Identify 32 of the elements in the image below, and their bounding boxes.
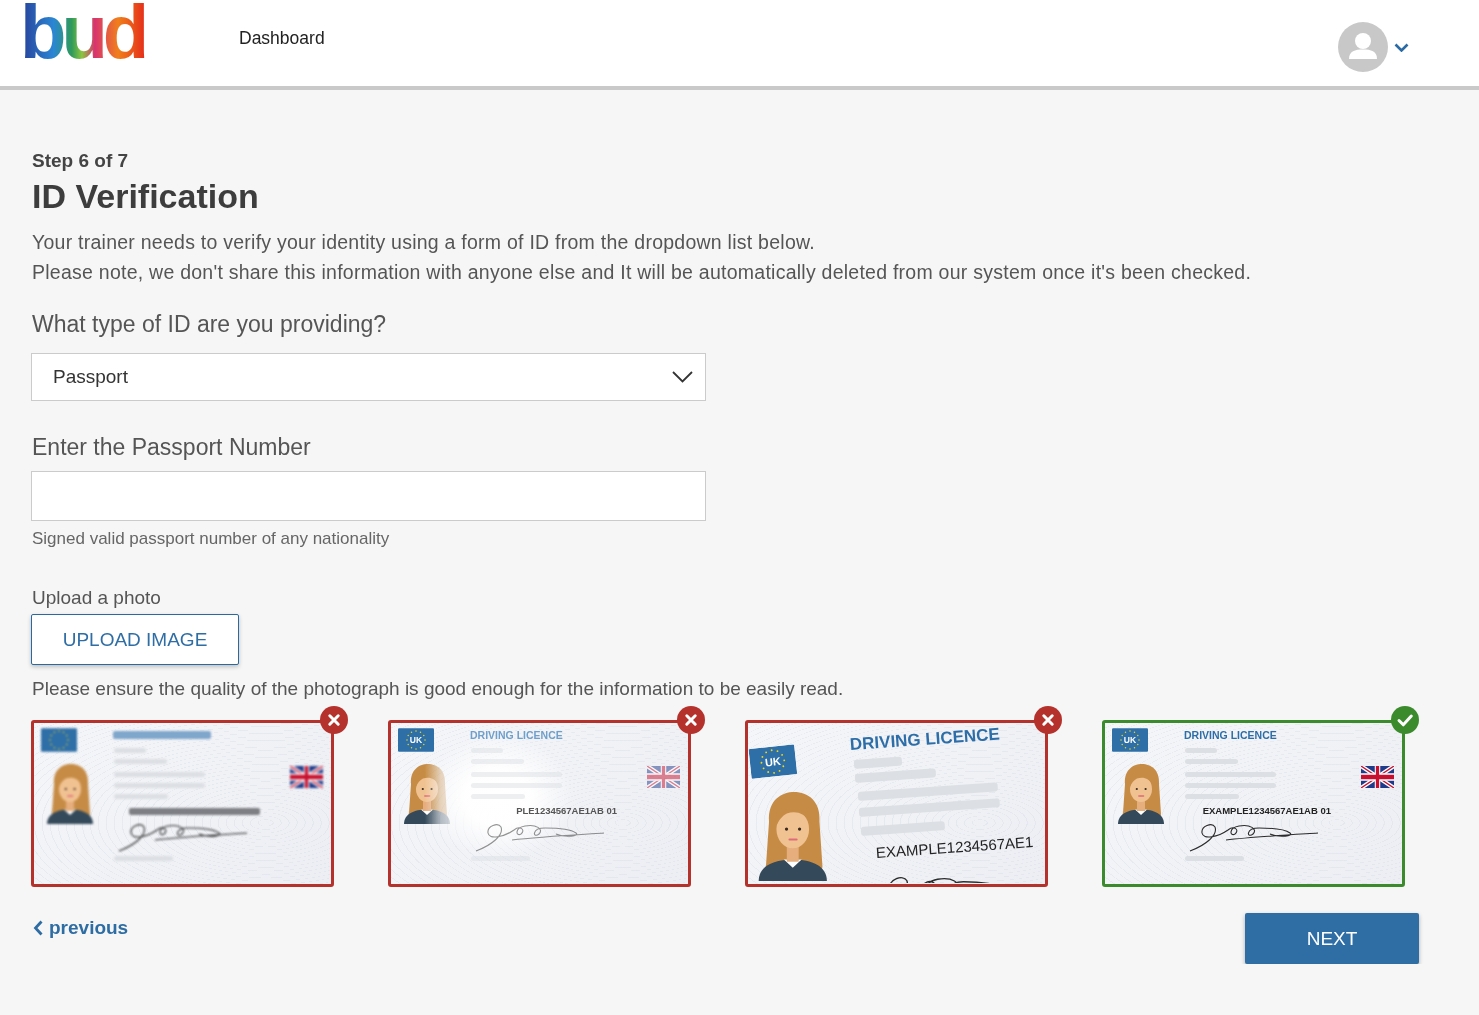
country-code: UK xyxy=(1123,735,1137,746)
upload-label: Upload a photo xyxy=(31,586,161,610)
previous-link[interactable]: previous xyxy=(33,916,129,940)
licence-number: EXAMPLE1234567AE1 xyxy=(875,833,1034,862)
union-flag-icon xyxy=(1361,766,1394,788)
next-button[interactable]: NEXT xyxy=(1245,913,1419,964)
licence-number: EXAMPLE1234567AE1AB 01 xyxy=(1202,806,1331,817)
nav-link[interactable]: Dashboard xyxy=(239,27,325,49)
intro-text: Please note, we don't share this information with anyone else and It will be automatically deleted from our system once it's been checked. xyxy=(31,260,1252,285)
upload-note: Please ensure the quality of the photograph is good enough for the information to be easily read. xyxy=(31,677,844,701)
licence-title: DRIVING LICENCE xyxy=(1184,729,1277,742)
union-flag-icon xyxy=(290,766,323,788)
avatar-icon[interactable] xyxy=(1338,22,1388,72)
chevron-left-icon xyxy=(33,920,43,936)
country-code: UK xyxy=(409,735,423,746)
field-label: Enter the Passport Number xyxy=(31,433,311,462)
union-flag-icon xyxy=(647,766,680,788)
licence-number: PLE1234567AE1AB 01 xyxy=(516,806,617,817)
id-type-select[interactable]: Passport xyxy=(31,353,706,401)
intro-text: Your trainer needs to verify your identity using a form of ID from the dropdown list below. xyxy=(31,230,815,255)
field-label: What type of ID are you providing? xyxy=(31,310,387,339)
country-code: UK xyxy=(764,754,782,769)
upload-image-button[interactable]: UPLOAD IMAGE xyxy=(31,614,239,665)
licence-title: DRIVING LICENCE xyxy=(470,729,563,742)
chevron-down-icon[interactable] xyxy=(1394,42,1409,52)
page-title: ID Verification xyxy=(31,176,259,216)
field-hint: Signed valid passport number of any nationality xyxy=(31,528,390,550)
licence-title: DRIVING LICENCE xyxy=(849,724,1001,755)
passport-number-input[interactable] xyxy=(31,471,706,521)
chevron-down-icon xyxy=(672,371,693,383)
step-indicator: Step 6 of 7 xyxy=(31,149,129,173)
eu-flag-tile xyxy=(41,728,77,752)
